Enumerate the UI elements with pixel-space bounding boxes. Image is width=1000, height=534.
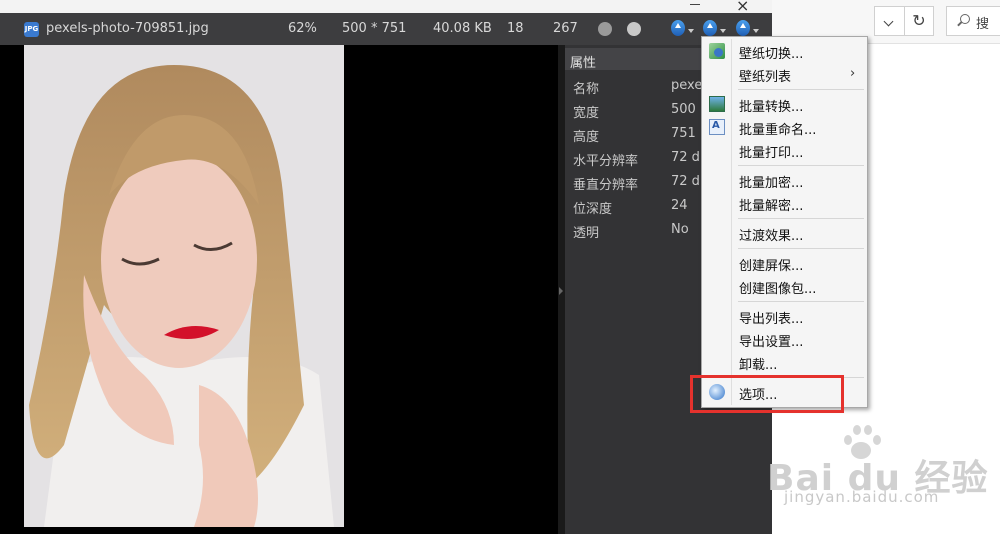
menu-item-label: 导出列表... [739, 312, 804, 327]
image-canvas[interactable] [0, 45, 558, 534]
menu-item-uninstall[interactable]: 卸载... [703, 351, 867, 374]
portrait-photo [24, 45, 344, 527]
property-key: 透明 [573, 226, 600, 241]
menu-item-create-image-package[interactable]: 创建图像包... [703, 275, 867, 298]
menu-item-batch-convert[interactable]: 批量转换... [703, 93, 867, 116]
image-dimensions: 500 * 751 [342, 21, 407, 36]
menu-item-batch-decrypt[interactable]: 批量解密... [703, 192, 867, 215]
menu-item-create-screensaver[interactable]: 创建屏保... [703, 252, 867, 275]
menu-item-export-settings[interactable]: 导出设置... [703, 328, 867, 351]
property-key: 水平分辨率 [573, 154, 639, 169]
minimize-icon[interactable] [690, 4, 700, 5]
menu-item-label: 批量转换... [739, 100, 804, 115]
watermark-url: jingyan.baidu.com [784, 488, 940, 506]
menu-item-label: 批量加密... [739, 176, 804, 191]
menu-item-label: 创建图像包... [739, 282, 817, 297]
menu-item-batch-encrypt[interactable]: 批量加密... [703, 169, 867, 192]
menu-item-label: 壁纸切换... [739, 47, 804, 62]
menu-item-label: 导出设置... [739, 335, 804, 350]
image-index: 18 [507, 21, 524, 36]
menu-item-label: 过渡效果... [739, 229, 804, 244]
menu-item-label: 创建屏保... [739, 259, 804, 274]
property-key: 位深度 [573, 202, 613, 217]
menu-separator [738, 248, 864, 249]
menu-separator [738, 165, 864, 166]
menu-item-batch-print[interactable]: 批量打印... [703, 139, 867, 162]
more-arrow-icon[interactable] [736, 20, 750, 36]
jpg-file-icon: JPG [24, 22, 39, 37]
zoom-level[interactable]: 62% [288, 21, 317, 36]
search-icon [960, 14, 970, 24]
refresh-icon[interactable]: ↻ [904, 6, 934, 36]
highlight-box [690, 375, 844, 413]
menu-item-label: 批量重命名... [739, 123, 817, 138]
menu-item-batch-rename[interactable]: 批量重命名... [703, 116, 867, 139]
panel-splitter[interactable] [558, 45, 565, 534]
image-total: 267 [553, 21, 578, 36]
context-menu: 壁纸切换... 壁纸列表 › 批量转换... 批量重命名... 批量打印... … [701, 36, 868, 408]
submenu-arrow-icon: › [850, 66, 856, 81]
menu-separator [738, 218, 864, 219]
batch-rename-icon [709, 119, 725, 135]
menu-item-export-list[interactable]: 导出列表... [703, 305, 867, 328]
property-value: 24 [671, 198, 688, 213]
menu-separator [738, 301, 864, 302]
batch-convert-icon [709, 96, 725, 112]
menu-separator [738, 89, 864, 90]
file-size: 40.08 KB [433, 21, 492, 36]
baidu-watermark: Bai du 经验 jingyan.baidu.com [767, 425, 1000, 534]
property-value: No [671, 222, 689, 237]
menu-item-wallpaper-list[interactable]: 壁纸列表 › [703, 63, 867, 86]
wallpaper-icon [709, 43, 725, 59]
splitter-grip-icon[interactable] [559, 287, 563, 295]
tools-arrow-icon[interactable] [703, 20, 717, 36]
circle-button-icon[interactable] [627, 22, 641, 36]
viewer-toolbar: JPG pexels-photo-709851.jpg 62% 500 * 75… [0, 13, 772, 45]
menu-item-transition-effects[interactable]: 过渡效果... [703, 222, 867, 245]
screen: × JPG pexels-photo-709851.jpg 62% 500 * … [0, 0, 1000, 534]
chevron-down-icon[interactable] [720, 29, 726, 33]
file-name: pexels-photo-709851.jpg [46, 21, 209, 36]
menu-item-label: 批量打印... [739, 146, 804, 161]
chevron-down-icon[interactable] [753, 29, 759, 33]
address-dropdown-button[interactable] [874, 6, 904, 36]
search-placeholder: 搜 [976, 17, 990, 32]
chevron-down-icon[interactable] [688, 29, 694, 33]
upload-arrow-icon[interactable] [671, 20, 685, 36]
menu-item-label: 壁纸列表 [739, 70, 792, 85]
circle-button-icon[interactable] [598, 22, 612, 36]
property-key: 宽度 [573, 106, 600, 121]
search-input[interactable]: 搜 [946, 6, 1000, 36]
image-viewer-window: × JPG pexels-photo-709851.jpg 62% 500 * … [0, 0, 772, 534]
menu-item-wallpaper-switch[interactable]: 壁纸切换... [703, 40, 867, 63]
window-title-strip: × [0, 0, 772, 15]
menu-item-label: 批量解密... [739, 199, 804, 214]
property-key: 名称 [573, 82, 600, 97]
property-key: 高度 [573, 130, 600, 145]
menu-item-label: 卸载... [739, 358, 778, 373]
property-key: 垂直分辨率 [573, 178, 639, 193]
